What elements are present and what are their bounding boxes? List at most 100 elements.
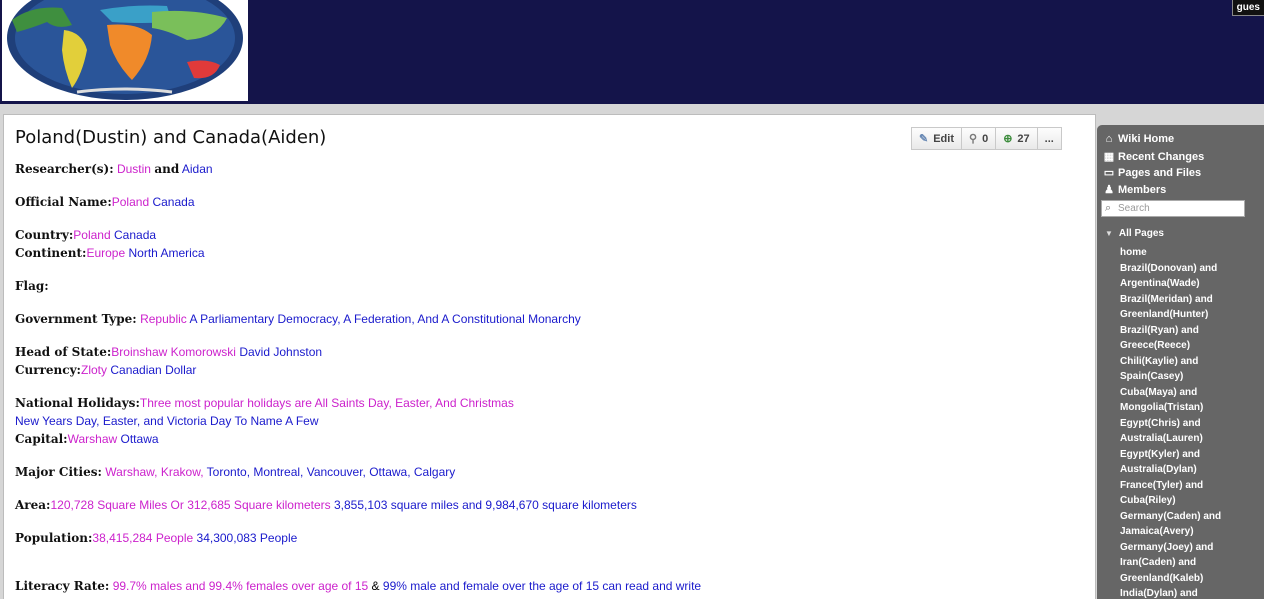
value-b: 99% male and female over the age of 15 c… (382, 579, 702, 593)
value-a: Republic (140, 312, 187, 326)
value-a: Europe (86, 246, 126, 260)
population-row: Population:38,415,284 People 34,300,083 … (15, 529, 297, 547)
follow-count: 27 (1017, 132, 1030, 145)
page-list-item[interactable]: Greenland(Hunter) (1120, 307, 1250, 323)
value-b: 34,300,083 People (196, 531, 298, 545)
value-b: New Years Day, Easter, and Victoria Day … (15, 414, 319, 428)
search-input[interactable]: ⌕ Search (1101, 200, 1245, 217)
value-b: A Parliamentary Democracy, A Federation,… (189, 312, 581, 326)
field-label: Government Type: (15, 312, 137, 326)
all-pages-label: All Pages (1118, 228, 1164, 239)
value-a: 99.7% males and 99.4% females over age o… (112, 579, 369, 593)
sidebar-item-label: Members (1118, 183, 1167, 196)
page-list-item[interactable]: Egypt(Chris) and (1120, 416, 1250, 432)
value-b: North America (128, 246, 205, 260)
major-cities-row: Major Cities: Warshaw, Krakow, Toronto, … (15, 463, 455, 481)
page-list-item[interactable]: home (1120, 245, 1250, 261)
more-button[interactable]: ... (1036, 127, 1062, 150)
field-label: Major Cities: (15, 465, 102, 479)
holidays-row: National Holidays:Three most popular hol… (15, 394, 514, 412)
page-list-item[interactable]: India(Dylan) and (1120, 586, 1250, 599)
field-label: Literacy Rate: (15, 579, 110, 593)
field-label: Population: (15, 531, 93, 545)
page-list-item[interactable]: Iran(Caden) and (1120, 555, 1250, 571)
page-list-item[interactable]: Argentina(Wade) (1120, 276, 1250, 292)
search-icon: ⌕ (1105, 202, 1112, 214)
follow-button[interactable]: ⊕ 27 (995, 127, 1038, 150)
field-label: Head of State: (15, 345, 112, 359)
sidebar-item-recent-changes[interactable]: ▦ Recent Changes (1103, 150, 1205, 164)
sidebar-item-members[interactable]: ♟ Members (1103, 183, 1167, 197)
value-a: Poland (111, 195, 150, 209)
sidebar-item-label: Pages and Files (1118, 166, 1202, 179)
sidebar-item-label: Wiki Home (1118, 133, 1175, 145)
value-a: Poland (73, 228, 111, 242)
main-content: Poland(Dustin) and Canada(Aiden) ✎ Edit … (3, 114, 1096, 599)
page-list-item[interactable]: Egypt(Kyler) and (1120, 447, 1250, 463)
value-b: Canada (114, 228, 157, 242)
page-list-item[interactable]: Cuba(Riley) (1120, 493, 1250, 509)
researchers-row: Researcher(s): Dustin and Aidan (15, 160, 213, 178)
home-icon: ⌂ (1105, 133, 1113, 145)
members-icon: ♟ (1104, 184, 1114, 196)
and-text: and (154, 162, 180, 176)
page-list-item[interactable]: Brazil(Meridan) and (1120, 292, 1250, 308)
page-list-item[interactable]: France(Tyler) and (1120, 478, 1250, 494)
value-a: Warshaw (67, 432, 118, 446)
page-list-item[interactable]: Chili(Kaylie) and (1120, 354, 1250, 370)
literacy-row: Literacy Rate: 99.7% males and 99.4% fem… (15, 577, 701, 595)
page-list-item[interactable]: Jamaica(Avery) (1120, 524, 1250, 540)
field-label: Country: (15, 228, 74, 242)
sidebar: ⌂ Wiki Home ▦ Recent Changes ▭ Pages and… (1097, 125, 1264, 599)
links-count: 0 (982, 132, 989, 145)
value-b: 3,855,103 square miles and 9,984,670 squ… (334, 498, 637, 512)
edit-label: Edit (933, 132, 954, 145)
official-name-row: Official Name:Poland Canada (15, 193, 195, 211)
value-b: Toronto, Montreal, Vancouver, Ottawa, Ca… (206, 465, 456, 479)
page-list-item[interactable]: Brazil(Donovan) and (1120, 261, 1250, 277)
page-list-item[interactable]: Australia(Lauren) (1120, 431, 1250, 447)
flag-row: Flag: (15, 277, 49, 295)
pencil-icon: ✎ (919, 133, 929, 145)
government-row: Government Type: Republic A Parliamentar… (15, 310, 581, 328)
field-label: Area: (15, 498, 51, 512)
value-a: Zloty (81, 363, 108, 377)
world-map-image (2, 0, 248, 101)
value-a: 38,415,284 People (92, 531, 194, 545)
researcher-b-link[interactable]: Aidan (182, 162, 213, 176)
researcher-a-link[interactable]: Dustin (117, 162, 151, 176)
links-button[interactable]: ⚲ 0 (961, 127, 997, 150)
field-label: Currency: (15, 363, 81, 377)
folder-icon: ▭ (1103, 167, 1115, 179)
page-toolbar: ✎ Edit ⚲ 0 ⊕ 27 ... (911, 127, 1062, 150)
page-list-item[interactable]: Germany(Caden) and (1120, 509, 1250, 525)
world-map-logo[interactable] (2, 0, 248, 101)
page-list-item[interactable]: Spain(Casey) (1120, 369, 1250, 385)
head-of-state-row: Head of State:Broinshaw Komorowski David… (15, 343, 322, 361)
page-list-item[interactable]: Australia(Dylan) (1120, 462, 1250, 478)
all-pages-toggle[interactable]: ▼ All Pages (1105, 228, 1164, 239)
follow-icon: ⊕ (1003, 133, 1013, 145)
value-b: Canada (152, 195, 195, 209)
field-label: Capital: (15, 432, 68, 446)
field-label: Flag: (15, 279, 49, 293)
page-list-item[interactable]: Germany(Joey) and (1120, 540, 1250, 556)
more-label: ... (1044, 132, 1054, 145)
continent-row: Continent:Europe North America (15, 244, 205, 262)
guest-badge[interactable]: gues (1231, 0, 1264, 16)
triangle-down-icon: ▼ (1105, 229, 1113, 238)
page-list-item[interactable]: Mongolia(Tristan) (1120, 400, 1250, 416)
sidebar-item-wiki-home[interactable]: ⌂ Wiki Home (1103, 133, 1174, 145)
sidebar-item-label: Recent Changes (1118, 150, 1205, 163)
country-row: Country:Poland Canada (15, 226, 156, 244)
page-list-item[interactable]: Cuba(Maya) and (1120, 385, 1250, 401)
page-list-item[interactable]: Greenland(Kaleb) (1120, 571, 1250, 587)
edit-button[interactable]: ✎ Edit (911, 127, 962, 150)
page-list-item[interactable]: Brazil(Ryan) and (1120, 323, 1250, 339)
value-b: Canadian Dollar (110, 363, 197, 377)
value-b: Ottawa (120, 432, 159, 446)
sidebar-item-pages-and-files[interactable]: ▭ Pages and Files (1103, 166, 1202, 180)
value-a: Three most popular holidays are All Sain… (139, 396, 514, 410)
page-list: home Brazil(Donovan) and Argentina(Wade) Br… (1120, 245, 1250, 599)
page-list-item[interactable]: Greece(Reece) (1120, 338, 1250, 354)
